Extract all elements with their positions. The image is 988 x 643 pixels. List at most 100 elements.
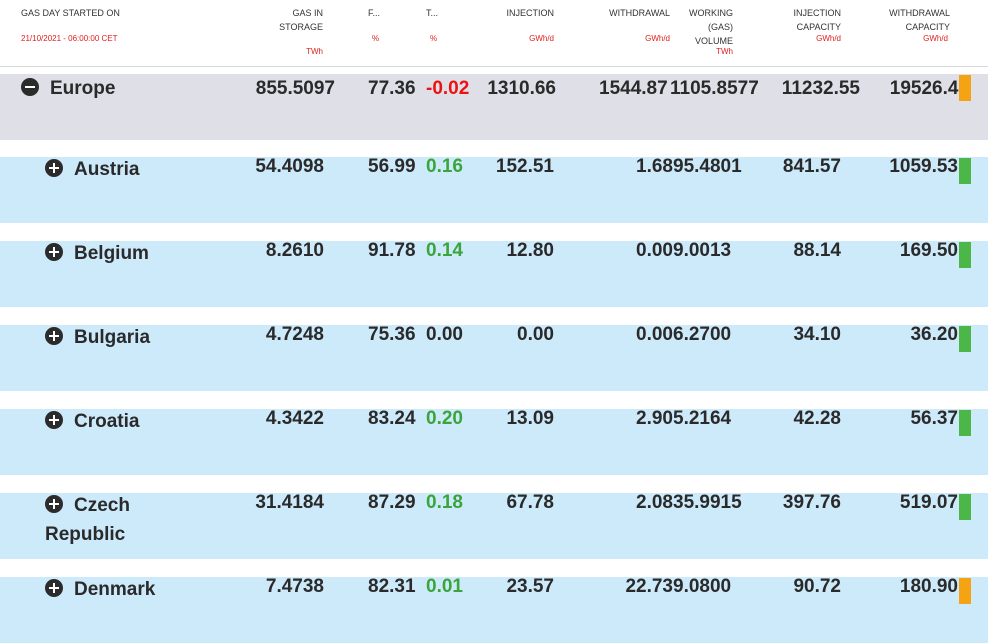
unit-injection: GWh/d bbox=[529, 34, 554, 43]
cell-trend: 0.01 bbox=[426, 576, 463, 597]
cell-injection-capacity: 841.57 bbox=[782, 156, 841, 177]
row-name-cell: Croatia bbox=[45, 407, 139, 436]
header-working-volume[interactable]: WORKING (GAS) VOLUME bbox=[689, 6, 733, 48]
cell-full: 82.31 bbox=[368, 576, 416, 597]
cell-withdrawal-capacity: 519.07 bbox=[899, 492, 958, 513]
cell-working-volume: 1105.8577 bbox=[670, 78, 759, 99]
cell-gas-in-storage: 54.4098 bbox=[255, 156, 324, 177]
cell-full: 75.36 bbox=[368, 324, 416, 345]
cell-full: 83.24 bbox=[368, 408, 416, 429]
cell-withdrawal: 0.00 bbox=[636, 324, 673, 345]
unit-gas-in-storage: TWh bbox=[306, 47, 323, 56]
cell-injection-capacity: 42.28 bbox=[793, 408, 841, 429]
cell-withdrawal-capacity: 56.37 bbox=[910, 408, 958, 429]
cell-withdrawal: 1544.87 bbox=[599, 78, 668, 99]
cell-trend: 0.16 bbox=[426, 156, 463, 177]
cell-gas-in-storage: 4.3422 bbox=[265, 408, 324, 429]
cell-gas-in-storage: 7.4738 bbox=[265, 576, 324, 597]
status-bar bbox=[959, 158, 971, 184]
cell-injection-capacity: 11232.55 bbox=[781, 78, 860, 99]
cell-injection-capacity: 397.76 bbox=[782, 492, 841, 513]
status-bar bbox=[959, 578, 971, 604]
row-name: Denmark bbox=[74, 579, 156, 600]
cell-trend: 0.14 bbox=[426, 240, 463, 261]
cell-injection-capacity: 88.14 bbox=[793, 240, 841, 261]
status-bar bbox=[959, 242, 971, 268]
cell-gas-in-storage: 8.2610 bbox=[265, 240, 324, 261]
cell-withdrawal: 1.68 bbox=[636, 156, 673, 177]
row-name-cell: Austria bbox=[45, 155, 139, 184]
table-row-country[interactable]: Croatia 4.3422 83.24 0.20 13.09 2.90 5.2164 42.… bbox=[0, 407, 988, 475]
table-header: GAS DAY STARTED ON 21/10/2021 - 06:00:00… bbox=[0, 0, 988, 67]
cell-injection-capacity: 34.10 bbox=[793, 324, 841, 345]
cell-trend: 0.00 bbox=[426, 324, 463, 345]
unit-working-volume: TWh bbox=[716, 47, 733, 56]
cell-injection: 12.80 bbox=[506, 240, 554, 261]
header-trend[interactable]: T... bbox=[426, 6, 438, 20]
plus-circle-icon[interactable] bbox=[45, 243, 63, 261]
cell-trend: -0.02 bbox=[426, 78, 470, 99]
status-bar bbox=[959, 75, 971, 101]
plus-circle-icon[interactable] bbox=[45, 411, 63, 429]
cell-injection: 13.09 bbox=[506, 408, 554, 429]
cell-withdrawal: 0.00 bbox=[636, 240, 673, 261]
cell-working-volume: 6.2700 bbox=[673, 324, 732, 345]
cell-withdrawal: 22.73 bbox=[625, 576, 673, 597]
status-bar bbox=[959, 494, 971, 520]
cell-trend: 0.20 bbox=[426, 408, 463, 429]
cell-gas-in-storage: 4.7248 bbox=[265, 324, 324, 345]
header-injection[interactable]: INJECTION bbox=[506, 6, 554, 20]
table-row-country[interactable]: Bulgaria 4.7248 75.36 0.00 0.00 0.00 6.2700 34.… bbox=[0, 323, 988, 391]
cell-injection: 1310.66 bbox=[487, 78, 556, 99]
cell-working-volume: 9.0013 bbox=[673, 240, 732, 261]
plus-circle-icon[interactable] bbox=[45, 495, 63, 513]
table-row-country[interactable]: Denmark 7.4738 82.31 0.01 23.57 22.73 9.0800 90… bbox=[0, 575, 988, 643]
table-row-country[interactable]: Austria 54.4098 56.99 0.16 152.51 1.68 95.4801… bbox=[0, 155, 988, 223]
plus-circle-icon[interactable] bbox=[45, 327, 63, 345]
cell-full: 56.99 bbox=[368, 156, 416, 177]
cell-injection: 0.00 bbox=[517, 324, 554, 345]
row-name-cell: Czech Republic bbox=[45, 491, 130, 549]
table-row-country[interactable]: Belgium 8.2610 91.78 0.14 12.80 0.00 9.0013 88.… bbox=[0, 239, 988, 307]
cell-injection-capacity: 90.72 bbox=[793, 576, 841, 597]
header-gas-in-storage[interactable]: GAS IN STORAGE bbox=[279, 6, 323, 34]
unit-withdrawal: GWh/d bbox=[645, 34, 670, 43]
row-name: Belgium bbox=[74, 243, 149, 264]
gas-day-value[interactable]: 21/10/2021 - 06:00:00 CET bbox=[21, 34, 118, 43]
cell-withdrawal-capacity: 169.50 bbox=[899, 240, 958, 261]
row-name-cell: Bulgaria bbox=[45, 323, 150, 352]
cell-working-volume: 5.2164 bbox=[673, 408, 732, 429]
table-row-country[interactable]: Czech Republic 31.4184 87.29 0.18 67.78 2.08 35… bbox=[0, 491, 988, 559]
plus-circle-icon[interactable] bbox=[45, 579, 63, 597]
row-name: Czech bbox=[74, 495, 130, 516]
row-name-cell: Denmark bbox=[45, 575, 155, 604]
minus-circle-icon[interactable] bbox=[21, 78, 39, 96]
header-withdrawal[interactable]: WITHDRAWAL bbox=[609, 6, 670, 20]
row-name: Austria bbox=[74, 159, 140, 180]
cell-injection: 152.51 bbox=[495, 156, 554, 177]
unit-injection-capacity: GWh/d bbox=[816, 34, 841, 43]
row-name-line2: Republic bbox=[45, 524, 126, 545]
status-bar bbox=[959, 326, 971, 352]
cell-withdrawal-capacity: 19526.47 bbox=[889, 78, 969, 99]
cell-working-volume: 35.9915 bbox=[673, 492, 742, 513]
header-injection-capacity[interactable]: INJECTION CAPACITY bbox=[793, 6, 841, 34]
row-name-cell: Belgium bbox=[45, 239, 149, 268]
plus-circle-icon[interactable] bbox=[45, 159, 63, 177]
cell-full: 77.36 bbox=[368, 78, 416, 99]
row-name-cell: Europe bbox=[21, 74, 115, 103]
table-row-europe[interactable]: Europe 855.5097 77.36 -0.02 1310.66 1544… bbox=[0, 74, 988, 140]
status-bar bbox=[959, 410, 971, 436]
cell-injection: 23.57 bbox=[506, 576, 554, 597]
gas-day-label: GAS DAY STARTED ON bbox=[21, 8, 120, 18]
cell-gas-in-storage: 31.4184 bbox=[255, 492, 324, 513]
header-withdrawal-capacity[interactable]: WITHDRAWAL CAPACITY bbox=[889, 6, 950, 34]
cell-full: 87.29 bbox=[368, 492, 416, 513]
cell-gas-in-storage: 855.5097 bbox=[255, 78, 335, 99]
unit-trend: % bbox=[430, 34, 438, 43]
header-full[interactable]: F... bbox=[368, 6, 380, 20]
row-name: Europe bbox=[50, 78, 116, 99]
row-name: Croatia bbox=[74, 411, 140, 432]
cell-withdrawal: 2.90 bbox=[636, 408, 673, 429]
row-name: Bulgaria bbox=[74, 327, 151, 348]
